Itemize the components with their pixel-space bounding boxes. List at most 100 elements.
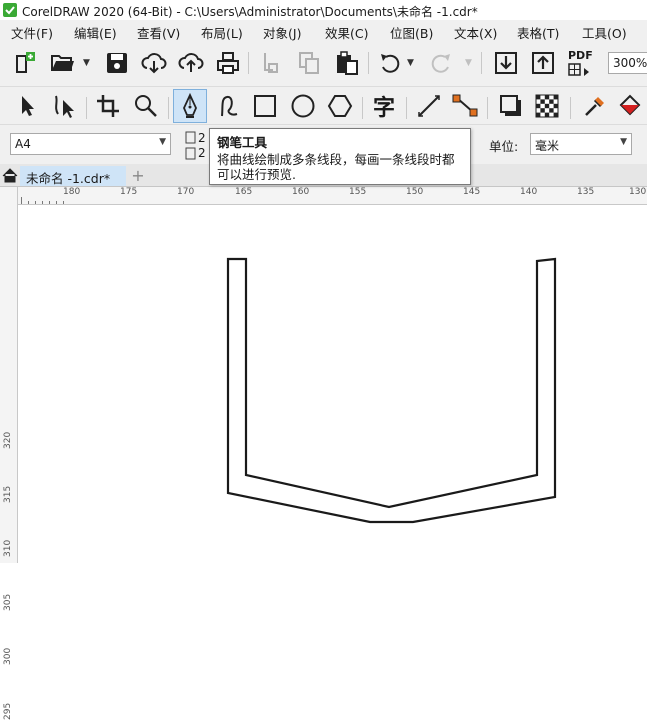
units-combo[interactable]: 毫米 ▼ (530, 133, 632, 155)
ruler-label: 315 (3, 485, 13, 503)
freehand-tool-button[interactable] (213, 89, 247, 123)
crop-tool-icon (97, 95, 119, 117)
crop-tool-button[interactable] (91, 89, 125, 123)
zoom-level-value: 300% (613, 56, 647, 70)
dimension-tool-icon (418, 95, 440, 117)
drop-shadow-tool-button[interactable] (494, 89, 528, 123)
publish-pdf-button[interactable]: PDF (563, 46, 597, 80)
toolbar-separator (406, 97, 407, 119)
eyedropper-tool-icon (585, 97, 604, 116)
tab-document-label: 未命名 -1.cdr* (26, 171, 111, 186)
polygon-tool-icon (327, 95, 353, 117)
redo-icon (431, 54, 450, 73)
shape-tool-button[interactable] (47, 89, 81, 123)
menu-bar: 文件(F) 编辑(E) 查看(V) 布局(L) 对象(J) 效果(C) 位图(B… (0, 20, 647, 42)
ruler-label: 295 (3, 702, 13, 720)
save-icon (107, 53, 127, 73)
pen-tool-icon (183, 92, 197, 118)
text-tool-icon: 字 (372, 96, 395, 121)
redo-button[interactable] (424, 46, 458, 80)
pick-tool-button[interactable] (10, 89, 44, 123)
menu-layout[interactable]: 布局(L) (201, 23, 243, 42)
paste-button[interactable] (330, 46, 364, 80)
cut-button[interactable] (254, 46, 288, 80)
toolbar-separator (86, 97, 87, 119)
transparency-tool-button[interactable] (530, 89, 564, 123)
horizontal-ruler[interactable]: 180 175 170 165 160 155 150 145 140 135 … (17, 187, 647, 205)
add-tab-button[interactable]: + (130, 168, 146, 184)
toolbar-separator (168, 97, 169, 119)
window-title: CorelDRAW 2020 (64-Bit) - C:\Users\Admin… (22, 5, 478, 19)
menu-bitmaps[interactable]: 位图(B) (390, 23, 433, 42)
text-tool-button[interactable]: 字 (367, 89, 401, 123)
page-width-value[interactable]: 2 (198, 131, 206, 145)
menu-table[interactable]: 表格(T) (517, 23, 559, 42)
copy-icon (299, 52, 319, 74)
menu-tools[interactable]: 工具(O) (582, 23, 627, 42)
menu-object[interactable]: 对象(J) (263, 23, 301, 42)
connector-tool-button[interactable] (448, 89, 482, 123)
polygon-tool-button[interactable] (323, 89, 357, 123)
cloud-upload-button[interactable] (174, 46, 208, 80)
pick-tool-icon (22, 96, 34, 116)
menu-text[interactable]: 文本(X) (454, 23, 497, 42)
pdf-icon: PDF (566, 49, 594, 77)
undo-icon (381, 54, 400, 73)
toolbar-separator (487, 97, 488, 119)
dimension-tool-button[interactable] (412, 89, 446, 123)
pdf-label: PDF (568, 49, 593, 62)
rectangle-tool-icon (254, 95, 276, 117)
zoom-tool-icon (135, 95, 157, 117)
title-bar: CorelDRAW 2020 (64-Bit) - C:\Users\Admin… (0, 0, 647, 20)
ellipse-tool-button[interactable] (286, 89, 320, 123)
toolbox: 字 (0, 86, 647, 125)
undo-dropdown-icon[interactable]: ▼ (407, 58, 414, 68)
menu-view[interactable]: 查看(V) (137, 23, 180, 42)
print-button[interactable] (211, 46, 245, 80)
menu-file[interactable]: 文件(F) (11, 23, 53, 42)
print-icon (217, 52, 239, 74)
pen-tool-button[interactable] (173, 89, 207, 123)
paste-icon (337, 51, 358, 75)
units-label: 单位: (489, 139, 519, 154)
interactive-fill-tool-button[interactable] (613, 89, 647, 123)
new-button[interactable] (8, 46, 42, 80)
undo-button[interactable] (373, 46, 407, 80)
menu-effects[interactable]: 效果(C) (325, 23, 368, 42)
page-size-combo[interactable]: A4 ▼ (10, 133, 171, 155)
cloud-download-button[interactable] (137, 46, 171, 80)
open-button[interactable] (46, 46, 80, 80)
toolbar-separator (362, 97, 363, 119)
zoom-level-combo[interactable]: 300% (608, 52, 647, 74)
page-height-value[interactable]: 2 (198, 146, 206, 160)
tab-document[interactable]: 未命名 -1.cdr* (20, 166, 126, 186)
page-width-height-icon (185, 131, 196, 160)
drawn-u-shape[interactable] (18, 205, 647, 563)
redo-dropdown-icon[interactable]: ▼ (465, 58, 472, 68)
ruler-label: 150 (406, 187, 424, 197)
tooltip-description-line2: 可以进行预览. (217, 167, 296, 182)
ruler-label: 175 (120, 187, 138, 197)
toolbar-separator (368, 52, 369, 74)
rectangle-tool-button[interactable] (248, 89, 282, 123)
units-value: 毫米 (535, 139, 560, 153)
drawing-canvas[interactable] (18, 205, 647, 563)
cloud-upload-icon (178, 53, 204, 72)
home-icon[interactable] (2, 168, 18, 183)
ruler-label: 170 (177, 187, 195, 197)
ruler-label: 305 (3, 593, 13, 611)
eyedropper-tool-button[interactable] (578, 89, 612, 123)
zoom-tool-button[interactable] (129, 89, 163, 123)
ruler-label: 300 (3, 647, 13, 665)
save-button[interactable] (100, 46, 134, 80)
ruler-label: 180 (63, 187, 81, 197)
vertical-ruler[interactable]: 320 315 310 305 300 295 (0, 187, 18, 720)
menu-edit[interactable]: 编辑(E) (74, 23, 117, 42)
open-dropdown-icon[interactable]: ▼ (83, 58, 90, 68)
toolbar-separator (481, 52, 482, 74)
export-button[interactable] (526, 46, 560, 80)
ruler-label: 130 (629, 187, 647, 197)
connector-tool-icon (452, 94, 478, 117)
copy-button[interactable] (292, 46, 326, 80)
import-button[interactable] (489, 46, 523, 80)
